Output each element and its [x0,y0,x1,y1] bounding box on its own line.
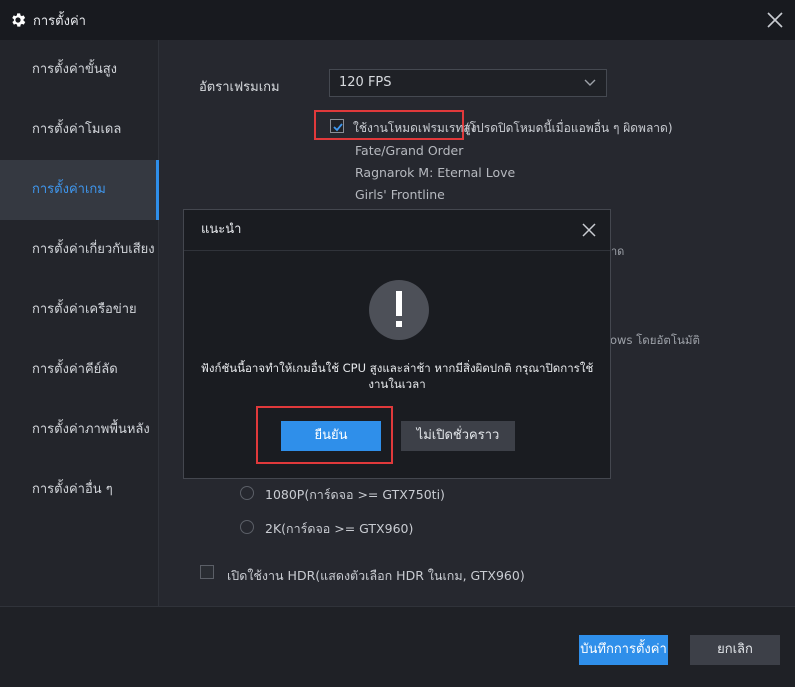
high-fps-checkbox[interactable] [330,119,344,133]
checkmark-icon [333,123,343,132]
high-fps-label: ใช้งานโหมดเฟรมเรทสูง [353,121,477,135]
recommendation-dialog: แนะนำ ฟังก์ชันนี้อาจทำให้เกมอื่นใช้ CPU … [183,209,611,479]
resolution-1080p-label: 1080P(การ์ดจอ >= GTX750ti) [265,487,445,502]
sidebar-item-game[interactable]: การตั้งค่าเกม [0,160,159,220]
resolution-1080p-radio[interactable] [240,486,254,500]
high-fps-note: (โปรดปิดโหมดนี้เมื่อแอพอื่น ๆ ผิดพลาด) [465,121,673,135]
game-list-item: Fate/Grand Order [355,143,464,158]
fps-select-value: 120 FPS [339,75,392,90]
hidden-hint-text: ows โดยอัตโนมัติ [610,333,700,347]
dialog-title: แนะนำ [184,210,610,251]
resolution-2k-radio[interactable] [240,520,254,534]
gear-icon [12,13,26,27]
dialog-close-icon[interactable] [581,222,597,238]
sidebar-item-network[interactable]: การตั้งค่าเครือข่าย [0,280,158,340]
dialog-message: ฟังก์ชันนี้อาจทำให้เกมอื่นใช้ CPU สูงและ… [200,361,594,391]
sidebar-item-other[interactable]: การตั้งค่าอื่น ๆ [0,460,158,520]
fps-select[interactable]: 120 FPS [329,69,607,97]
hdr-label: เปิดใช้งาน HDR(แสดงตัวเลือก HDR ในเกม, G… [227,568,525,583]
hidden-hint-text: าด [611,245,625,258]
chevron-down-icon [584,79,596,86]
confirm-button[interactable]: ยืนยัน [281,421,381,451]
resolution-2k-label: 2K(การ์ดจอ >= GTX960) [265,521,414,536]
title-bar: การตั้งค่า [0,0,795,40]
sidebar: การตั้งค่าขั้นสูง การตั้งค่าโมเดล การตั้… [0,40,159,606]
cancel-button[interactable]: ยกเลิก [690,635,780,665]
sidebar-item-shortcuts[interactable]: การตั้งค่าคีย์ลัด [0,340,158,400]
save-settings-button[interactable]: บันทึกการตั้งค่า [579,635,668,665]
window-title: การตั้งค่า [33,13,86,29]
disable-temporarily-button[interactable]: ไม่เปิดชั่วคราว [401,421,515,451]
fps-label: อัตราเฟรมเกม [199,80,280,95]
sidebar-item-wallpaper[interactable]: การตั้งค่าภาพพื้นหลัง [0,400,158,460]
sidebar-item-advanced[interactable]: การตั้งค่าขั้นสูง [0,40,158,100]
sidebar-item-audio[interactable]: การตั้งค่าเกี่ยวกับเสียง [0,220,158,280]
game-list-item: Girls' Frontline [355,187,445,202]
hdr-checkbox[interactable] [200,565,214,579]
exclamation-icon [369,280,429,340]
sidebar-item-model[interactable]: การตั้งค่าโมเดล [0,100,158,160]
footer: บันทึกการตั้งค่า ยกเลิก [0,606,795,687]
game-list-item: Ragnarok M: Eternal Love [355,165,516,180]
close-icon[interactable] [765,10,785,30]
